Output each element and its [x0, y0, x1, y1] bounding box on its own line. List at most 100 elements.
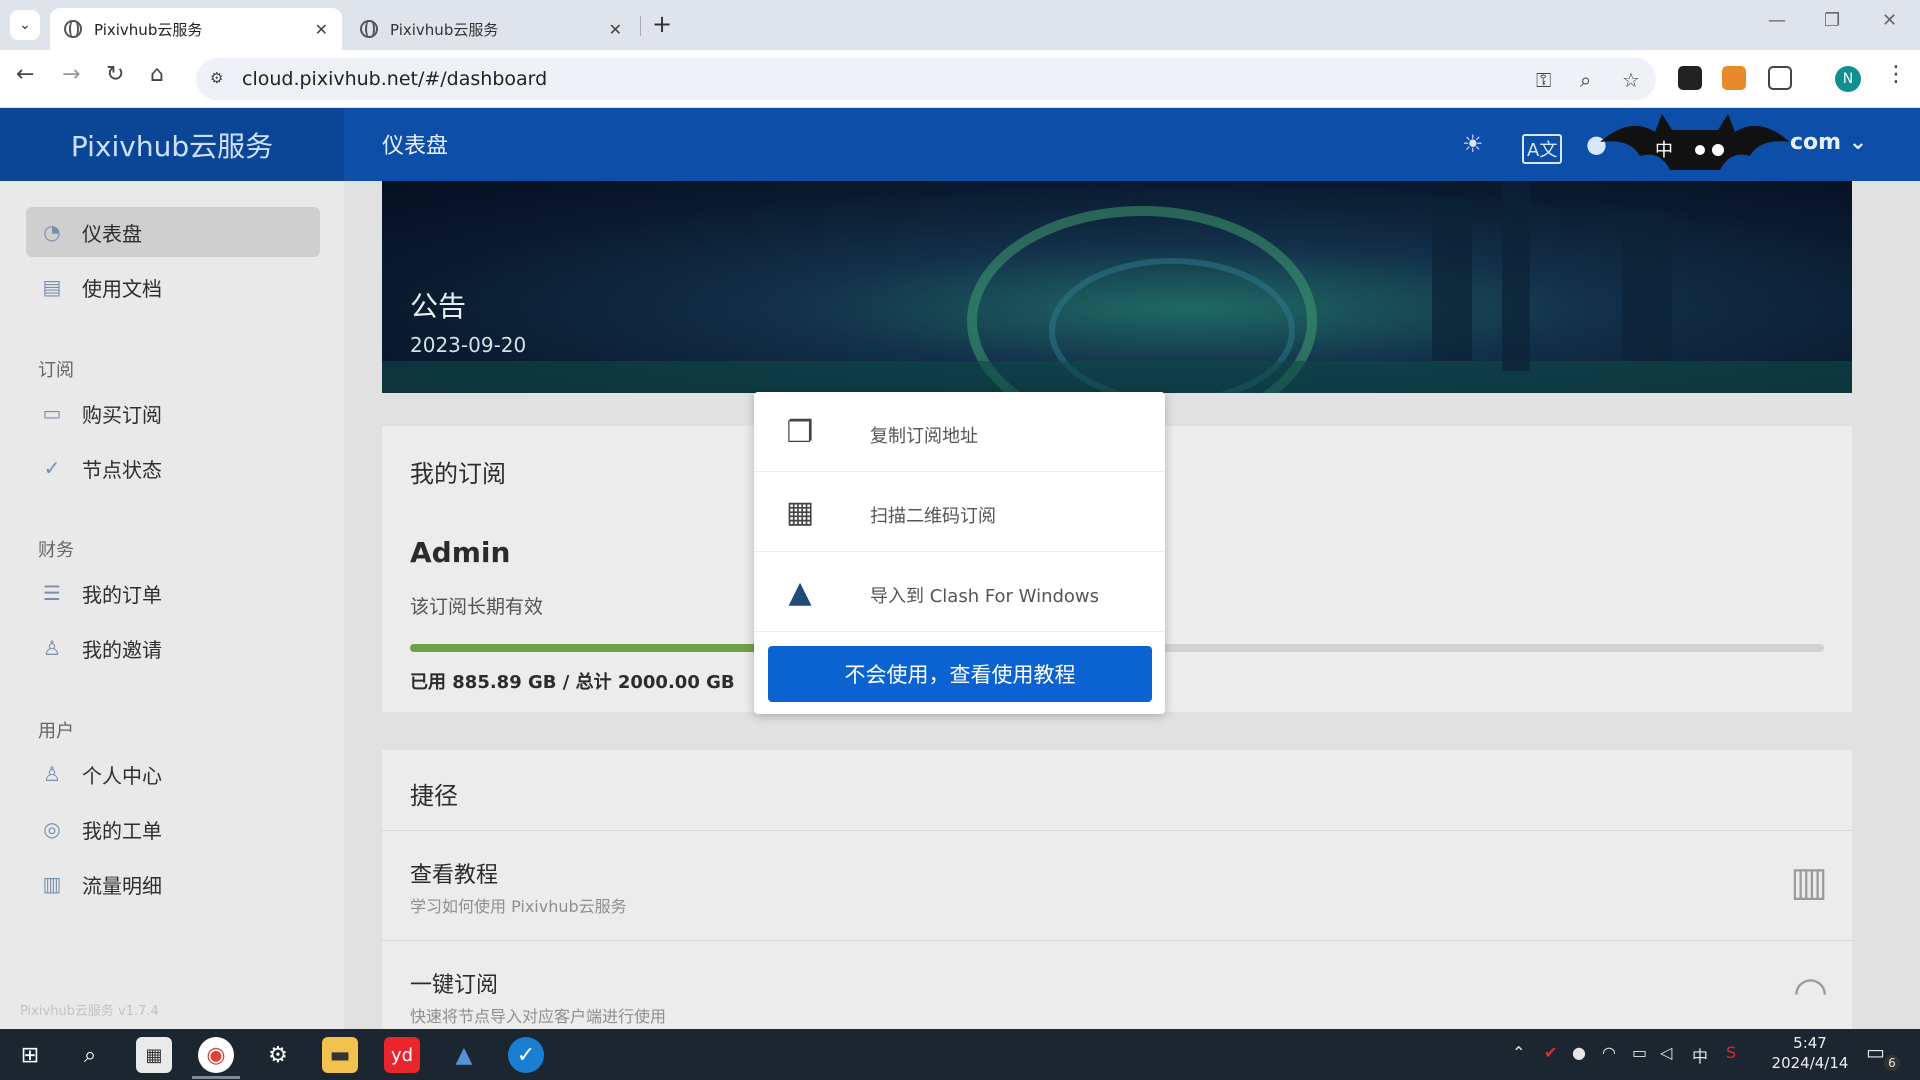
tab-separator — [640, 16, 641, 36]
sidebar-item-label: 我的工单 — [82, 818, 162, 843]
forward-icon[interactable]: → — [62, 62, 80, 87]
bar-chart-icon: ▥ — [42, 872, 62, 896]
windows-taskbar: ⊞ ⌕ ▦ ◉ ⚙ ▬ yd ▲ ✓ ⌃ ✔ ● ◠ ▭ ◁ 中 S 5:47 … — [0, 1029, 1920, 1080]
sidebar-item-label: 个人中心 — [82, 763, 162, 788]
sidebar-item-dashboard[interactable]: ◔ 仪表盘 — [26, 207, 320, 257]
tray-expand-icon[interactable]: ⌃ — [1512, 1043, 1525, 1062]
sidebar-item-invites[interactable]: ♙ 我的邀请 — [26, 623, 320, 673]
close-window-icon[interactable]: ✕ — [1882, 10, 1897, 31]
popup-item-label: 导入到 Clash For Windows — [870, 586, 1100, 607]
youdao-icon[interactable]: yd — [384, 1037, 420, 1073]
browser-tab-bar: ⌄ Pixivhub云服务 ✕ Pixivhub云服务 ✕ + — ❐ ✕ — [0, 0, 1920, 50]
sidebar-item-label: 仪表盘 — [82, 221, 142, 246]
tray-app-icon[interactable]: ✔ — [1544, 1043, 1557, 1062]
search-icon[interactable]: ⌕ — [72, 1037, 108, 1073]
sidebar-item-docs[interactable]: ▤ 使用文档 — [26, 262, 320, 312]
back-icon[interactable]: ← — [16, 62, 34, 87]
browser-tab-inactive[interactable]: Pixivhub云服务 ✕ — [346, 8, 636, 50]
extension-icon-1[interactable] — [1678, 66, 1702, 90]
v2ray-icon[interactable]: ✓ — [508, 1037, 544, 1073]
sidebar-section-subscribe: 订阅 — [38, 360, 74, 381]
close-tab-icon[interactable]: ✕ — [315, 20, 328, 39]
shortcut-view-tutorial[interactable]: 查看教程 学习如何使用 Pixivhub云服务 ▥ — [382, 830, 1852, 940]
popup-scan-qrcode[interactable]: ▦ 扫描二维码订阅 — [754, 472, 1165, 552]
ime-label: 中 — [1655, 140, 1673, 161]
validity-text: 该订阅长期有效 — [410, 596, 544, 618]
volume-icon[interactable]: ◁ — [1660, 1043, 1672, 1062]
chevron-down-icon: ⌄ — [19, 17, 31, 33]
tab-title: Pixivhub云服务 — [94, 20, 203, 39]
sidebar-item-orders[interactable]: ☰ 我的订单 — [26, 568, 320, 618]
clock-time: 5:47 — [1793, 1034, 1827, 1052]
view-tutorial-button[interactable]: 不会使用，查看使用教程 — [768, 646, 1152, 702]
popup-import-clash[interactable]: ▲ 导入到 Clash For Windows — [754, 552, 1165, 632]
address-bar[interactable]: ⚙ cloud.pixivhub.net/#/dashboard ⚿ ⌕ ☆ — [196, 58, 1656, 100]
minimize-icon[interactable]: — — [1768, 10, 1786, 31]
announcement-banner[interactable]: 公告 2023-09-20 — [382, 181, 1852, 393]
lifebuoy-icon: ◎ — [43, 817, 61, 841]
shortcut-title: 查看教程 — [410, 863, 499, 888]
close-tab-icon[interactable]: ✕ — [609, 20, 622, 39]
shortcut-desc: 快速将节点导入对应客户端进行使用 — [410, 1007, 667, 1026]
sidebar-item-label: 我的订单 — [82, 582, 162, 607]
profile-avatar[interactable]: N — [1835, 66, 1861, 92]
popup-copy-subscription-url[interactable]: ❐ 复制订阅地址 — [754, 392, 1165, 472]
person-icon: ♙ — [43, 762, 61, 786]
clock-date: 2024/4/14 — [1771, 1054, 1849, 1072]
sidebar-item-profile[interactable]: ♙ 个人中心 — [26, 749, 320, 799]
system-clock[interactable]: 5:47 2024/4/14 — [1770, 1033, 1850, 1073]
qrcode-icon: ▦ — [785, 494, 815, 530]
usage-text: 已用 885.89 GB / 总计 2000.00 GB — [410, 672, 735, 693]
rss-icon: ◠ — [1793, 969, 1828, 1015]
plan-name: Admin — [410, 536, 511, 569]
dashboard-gauge-icon: ◔ — [43, 220, 61, 244]
globe-icon — [360, 20, 378, 38]
bat-ime-widget[interactable]: 中 — [1600, 112, 1790, 176]
popup-item-label: 复制订阅地址 — [870, 426, 978, 447]
browser-tab-active[interactable]: Pixivhub云服务 ✕ — [50, 8, 342, 50]
notification-icon[interactable]: ▭ — [1866, 1040, 1885, 1064]
sidebar-item-label: 我的邀请 — [82, 637, 162, 662]
home-icon[interactable]: ⌂ — [150, 62, 164, 87]
tab-search-button[interactable]: ⌄ — [10, 10, 40, 40]
extensions-puzzle-icon[interactable] — [1768, 66, 1792, 90]
sidebar-item-node-status[interactable]: ✓ 节点状态 — [26, 443, 320, 493]
copy-icon: ❐ — [786, 414, 814, 450]
sogou-ime-icon[interactable]: S — [1726, 1043, 1736, 1062]
sidebar-item-label: 使用文档 — [82, 276, 162, 301]
file-explorer-icon[interactable]: ▬ — [322, 1037, 358, 1073]
restore-icon[interactable]: ❐ — [1824, 10, 1840, 31]
bookmark-star-icon[interactable]: ☆ — [1622, 68, 1640, 92]
windows-start-icon[interactable]: ⊞ — [12, 1037, 48, 1073]
sidebar-item-tickets[interactable]: ◎ 我的工单 — [26, 804, 320, 854]
password-key-icon[interactable]: ⚿ — [1536, 68, 1551, 92]
clash-app-icon[interactable]: ▲ — [446, 1037, 482, 1073]
brand-logo[interactable]: Pixivhub云服务 — [0, 108, 344, 181]
chrome-icon[interactable]: ◉ — [198, 1037, 234, 1073]
browser-toolbar: ← → ↻ ⌂ ⚙ cloud.pixivhub.net/#/dashboard… — [0, 50, 1920, 108]
shortcuts-card: 捷径 查看教程 学习如何使用 Pixivhub云服务 ▥ 一键订阅 快速将节点导… — [382, 750, 1852, 1029]
clash-cat-icon: ▲ — [788, 574, 812, 610]
book-icon: ▤ — [42, 275, 62, 299]
site-info-icon[interactable]: ⚙ — [210, 69, 230, 89]
sidebar-item-traffic[interactable]: ▥ 流量明细 — [26, 859, 320, 909]
tray-qq-icon[interactable]: ● — [1572, 1043, 1586, 1062]
sidebar-item-buy-subscription[interactable]: ▭ 购买订阅 — [26, 388, 320, 438]
user-dropdown[interactable]: com ⌄ — [1790, 130, 1867, 155]
store-icon[interactable]: ▦ — [136, 1037, 172, 1073]
ime-indicator[interactable]: 中 — [1692, 1043, 1708, 1067]
metamask-icon[interactable] — [1722, 66, 1746, 90]
new-tab-button[interactable]: + — [652, 10, 672, 38]
language-icon[interactable]: A文 — [1522, 134, 1563, 164]
browser-menu-icon[interactable]: ⋮ — [1885, 62, 1907, 87]
shortcut-desc: 学习如何使用 Pixivhub云服务 — [410, 897, 627, 916]
wifi-icon[interactable]: ◠ — [1602, 1043, 1616, 1062]
battery-icon[interactable]: ▭ — [1632, 1043, 1647, 1062]
zoom-icon[interactable]: ⌕ — [1580, 68, 1591, 92]
reload-icon[interactable]: ↻ — [106, 62, 124, 87]
theme-toggle-icon[interactable]: ☀ — [1462, 130, 1484, 158]
announcement-title: 公告 — [410, 290, 467, 323]
settings-gear-icon[interactable]: ⚙ — [260, 1037, 296, 1073]
sidebar-section-finance: 财务 — [38, 540, 74, 561]
list-icon: ☰ — [43, 581, 61, 605]
